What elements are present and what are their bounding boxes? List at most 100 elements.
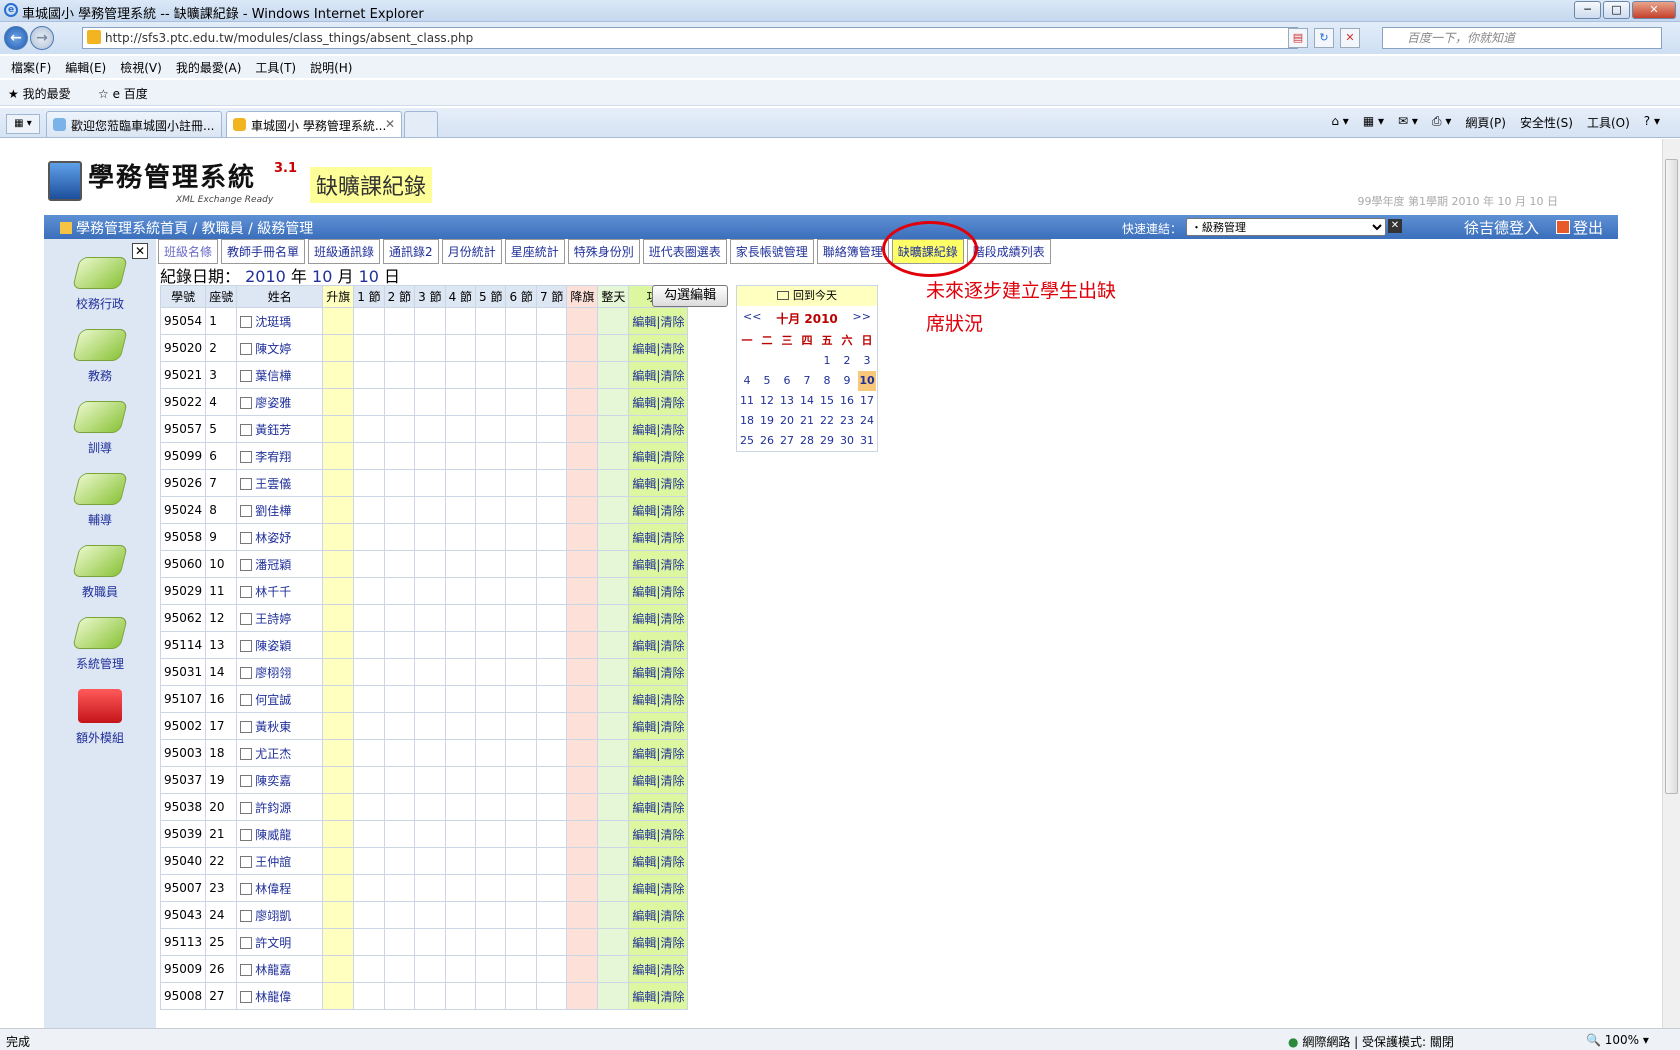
tab-class-list[interactable]: 班級名條	[158, 239, 219, 264]
row-actions[interactable]: 編輯|清除	[628, 658, 689, 686]
row-checkbox[interactable]	[240, 558, 253, 571]
tab-stage-grades[interactable]: 階段成績列表	[966, 239, 1051, 264]
row-actions[interactable]: 編輯|清除	[628, 901, 689, 929]
calendar-day[interactable]: 29	[818, 431, 836, 451]
calendar-day[interactable]: 10	[858, 371, 876, 391]
sidebar-item-academic[interactable]: 教務	[44, 329, 156, 384]
calendar-day[interactable]: 5	[758, 371, 776, 391]
row-actions[interactable]: 編輯|清除	[628, 685, 689, 713]
help-icon[interactable]: ? ▾	[1644, 114, 1660, 131]
row-actions[interactable]: 編輯|清除	[628, 928, 689, 956]
tab-class-contacts[interactable]: 班級通訊錄	[308, 239, 381, 264]
row-actions[interactable]: 編輯|清除	[628, 496, 689, 524]
row-actions[interactable]: 編輯|清除	[628, 442, 689, 470]
calendar-day[interactable]: 11	[738, 391, 756, 411]
calendar-day[interactable]: 18	[738, 411, 756, 431]
sidebar-item-extra-modules[interactable]: 額外模組	[44, 689, 156, 746]
mail-icon[interactable]: ✉ ▾	[1398, 114, 1418, 131]
row-actions[interactable]: 編輯|清除	[628, 550, 689, 578]
safety-menu[interactable]: 安全性(S)	[1520, 114, 1573, 131]
page-menu[interactable]: 網頁(P)	[1465, 114, 1506, 131]
row-checkbox[interactable]	[240, 396, 253, 409]
breadcrumb[interactable]: 學務管理系統首頁 / 教職員 / 級務管理	[60, 218, 313, 238]
tools-menu[interactable]: 工具(O)	[1587, 114, 1630, 131]
tab-parent-accounts[interactable]: 家長帳號管理	[729, 239, 814, 264]
row-checkbox[interactable]	[240, 909, 253, 922]
calendar-day[interactable]: 25	[738, 431, 756, 451]
tab-teacher-handbook[interactable]: 教師手冊名單	[221, 239, 306, 264]
close-window-button[interactable]: ✕	[1632, 1, 1676, 19]
row-checkbox[interactable]	[240, 936, 253, 949]
row-checkbox[interactable]	[240, 882, 253, 895]
row-checkbox[interactable]	[240, 801, 253, 814]
row-actions[interactable]: 編輯|清除	[628, 766, 689, 794]
calendar-next[interactable]: >>	[853, 310, 871, 327]
row-checkbox[interactable]	[240, 855, 253, 868]
calendar-day[interactable]: 7	[798, 371, 816, 391]
menu-edit[interactable]: 編輯(E)	[58, 56, 113, 78]
tab-monthly-stats[interactable]: 月份統計	[441, 239, 502, 264]
calendar-day[interactable]: 23	[838, 411, 856, 431]
forward-button[interactable]: →	[30, 26, 54, 50]
scrollbar-thumb[interactable]	[1665, 159, 1678, 794]
calendar-day[interactable]: 31	[858, 431, 876, 451]
menu-favorites[interactable]: 我的最愛(A)	[169, 56, 249, 78]
calendar-day[interactable]: 8	[818, 371, 836, 391]
calendar-day[interactable]: 12	[758, 391, 776, 411]
row-actions[interactable]: 編輯|清除	[628, 469, 689, 497]
row-actions[interactable]: 編輯|清除	[628, 847, 689, 875]
menu-file[interactable]: 檔案(F)	[4, 56, 58, 78]
feeds-icon[interactable]: ▦ ▾	[1363, 114, 1384, 131]
row-checkbox[interactable]	[240, 369, 253, 382]
home-icon[interactable]: ⌂ ▾	[1331, 114, 1348, 131]
row-actions[interactable]: 編輯|清除	[628, 955, 689, 983]
search-box[interactable]: 百度一下，你就知道	[1382, 27, 1662, 49]
row-checkbox[interactable]	[240, 477, 253, 490]
maximize-button[interactable]: □	[1603, 1, 1630, 19]
row-checkbox[interactable]	[240, 504, 253, 517]
sidebar-item-admin[interactable]: 校務行政	[44, 257, 156, 312]
stop-icon[interactable]: ✕	[1340, 28, 1360, 48]
tab-contact-book[interactable]: 聯絡簿管理	[816, 239, 889, 264]
row-actions[interactable]: 編輯|清除	[628, 820, 689, 848]
row-actions[interactable]: 編輯|清除	[628, 739, 689, 767]
tab-special-status[interactable]: 特殊身份別	[567, 239, 640, 264]
row-actions[interactable]: 編輯|清除	[628, 523, 689, 551]
calendar-day[interactable]: 20	[778, 411, 796, 431]
tab-close-icon[interactable]: ✕	[385, 117, 395, 131]
quick-tabs-button[interactable]: ▦ ▾	[6, 114, 40, 134]
calendar-day[interactable]: 19	[758, 411, 776, 431]
calendar-day[interactable]: 4	[738, 371, 756, 391]
tab-contacts-2[interactable]: 通訊錄2	[383, 239, 439, 264]
row-checkbox[interactable]	[240, 963, 253, 976]
back-button[interactable]: ←	[4, 26, 28, 50]
new-tab-button[interactable]	[404, 111, 438, 137]
calendar-today-link[interactable]: 回到今天	[737, 286, 877, 306]
compat-view-icon[interactable]: ▤	[1288, 28, 1308, 48]
address-bar[interactable]: http://sfs3.ptc.edu.tw/modules/class_thi…	[82, 27, 1298, 49]
row-actions[interactable]: 編輯|清除	[628, 874, 689, 902]
calendar-day[interactable]: 15	[818, 391, 836, 411]
calendar-day[interactable]: 27	[778, 431, 796, 451]
row-actions[interactable]: 編輯|清除	[628, 415, 689, 443]
row-checkbox[interactable]	[240, 450, 253, 463]
calendar-day[interactable]: 22	[818, 411, 836, 431]
calendar-day[interactable]: 16	[838, 391, 856, 411]
favorites-button[interactable]: ★ 我的最愛	[8, 85, 71, 102]
calendar-day[interactable]: 9	[838, 371, 856, 391]
row-actions[interactable]: 編輯|清除	[628, 604, 689, 632]
row-checkbox[interactable]	[240, 720, 253, 733]
menu-view[interactable]: 檢視(V)	[113, 56, 169, 78]
tab-class-rep-ballot[interactable]: 班代表圈選表	[642, 239, 727, 264]
row-actions[interactable]: 編輯|清除	[628, 307, 689, 335]
row-checkbox[interactable]	[240, 828, 253, 841]
check-edit-button[interactable]: 勾選編輯	[652, 285, 728, 307]
calendar-prev[interactable]: <<	[743, 310, 761, 327]
fav-link-baidu[interactable]: ☆ e 百度	[98, 85, 148, 102]
calendar-day[interactable]: 28	[798, 431, 816, 451]
quick-link-clear-button[interactable]: ✕	[1388, 219, 1402, 233]
row-actions[interactable]: 編輯|清除	[628, 334, 689, 362]
calendar-day[interactable]: 30	[838, 431, 856, 451]
row-checkbox[interactable]	[240, 639, 253, 652]
row-actions[interactable]: 編輯|清除	[628, 361, 689, 389]
